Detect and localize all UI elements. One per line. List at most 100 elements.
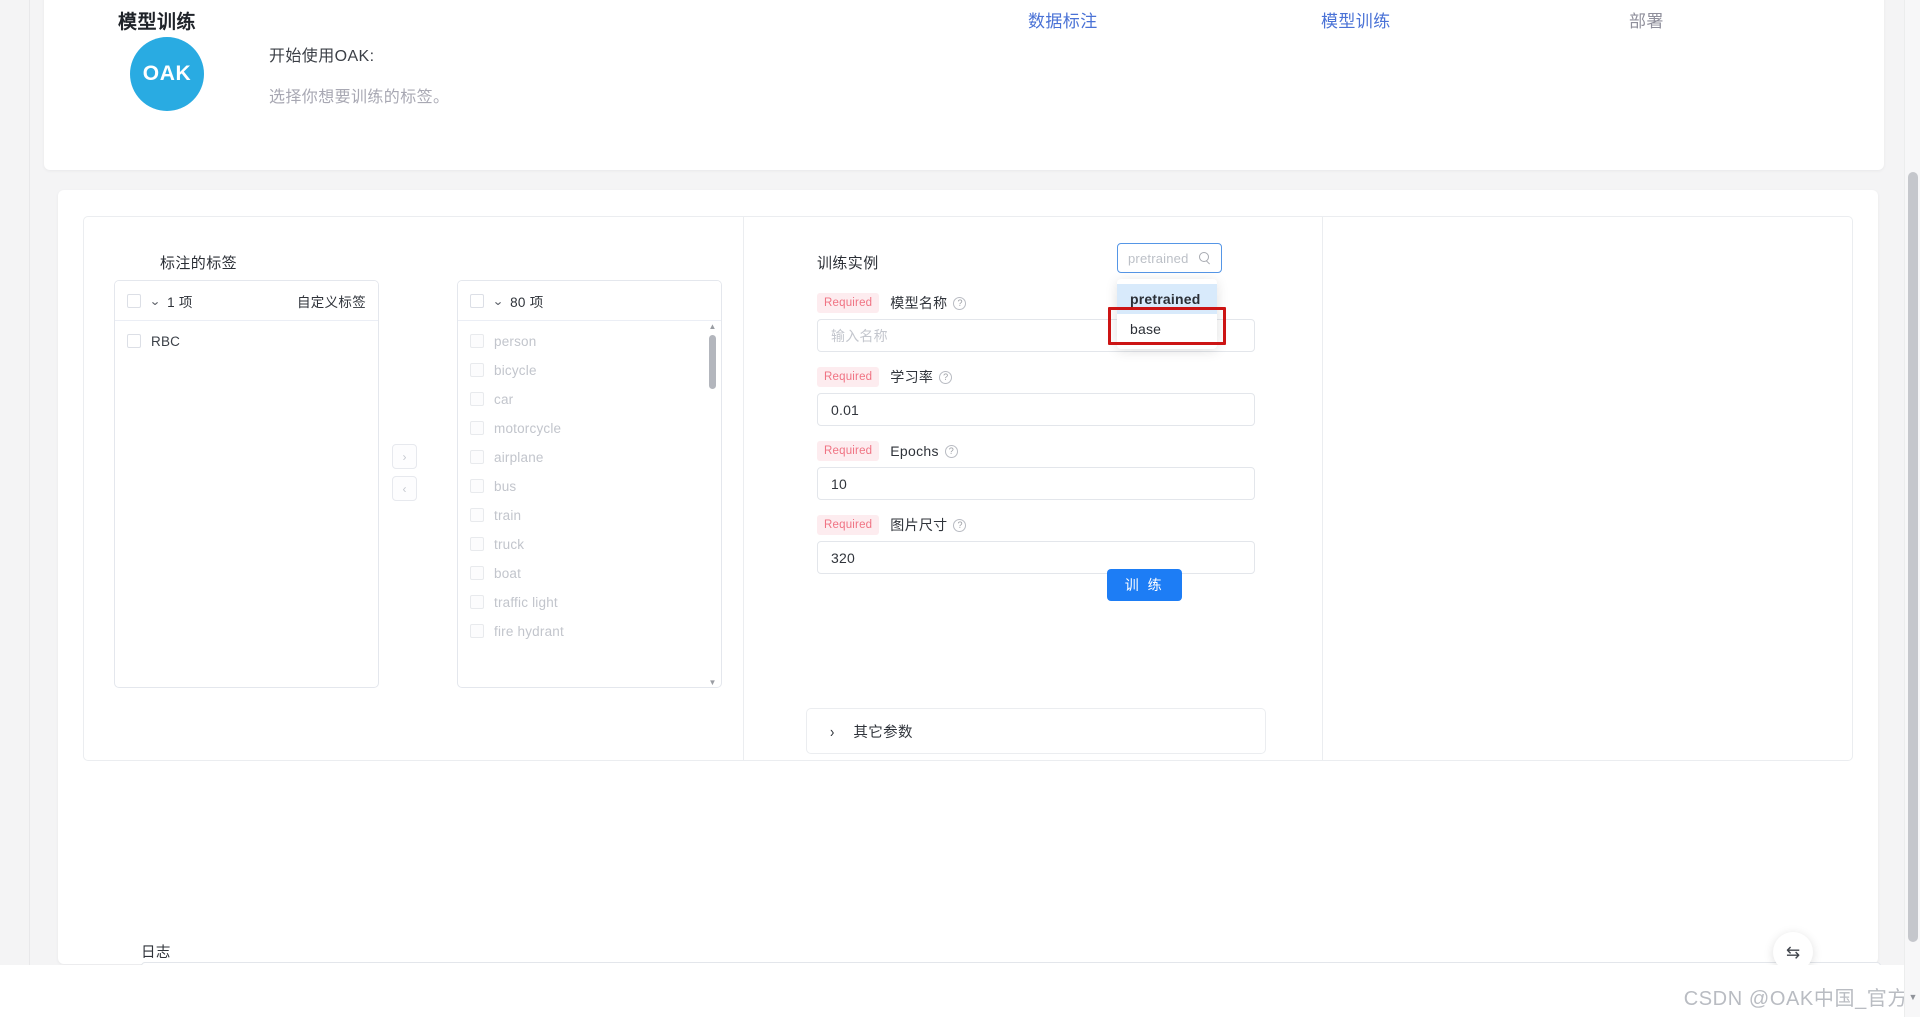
epochs-input[interactable] — [817, 467, 1255, 500]
help-circle-icon[interactable]: ? — [939, 370, 953, 384]
list-item-label: bicycle — [494, 362, 537, 378]
model-name-label: 模型名称 — [890, 295, 948, 311]
scroll-down-arrow-icon[interactable]: ▼ — [708, 678, 717, 687]
chevron-left-icon: ‹ — [402, 481, 407, 496]
list-item[interactable]: truck — [458, 531, 721, 557]
list-item-checkbox[interactable] — [470, 363, 484, 377]
main-content-card: 标注的标签 ⌄ 1 项 自定义标签 RBC › ‹ ⌄ 80 项 person … — [58, 190, 1881, 1017]
list-item[interactable]: person — [458, 328, 721, 354]
nav-item-model-training[interactable]: 模型训练 — [1321, 7, 1391, 32]
training-instance-panel: 训练实例 Required 模型名称 ? Required 学习率 ? Requ… — [743, 216, 1323, 761]
custom-labels-title: 自定义标签 — [297, 294, 366, 310]
list-item[interactable]: motorcycle — [458, 415, 721, 441]
train-button[interactable]: 训 练 — [1107, 569, 1182, 601]
list-item-label: motorcycle — [494, 420, 562, 436]
page-bottom-strip — [0, 965, 1904, 1017]
list-item-checkbox[interactable] — [470, 508, 484, 522]
app-root: 模型训练 数据标注 模型训练 部署 OAK 开始使用OAK: 选择你想要训练的标… — [0, 0, 1920, 1017]
list-item[interactable]: fire hydrant — [458, 618, 721, 644]
chevron-right-icon: › — [830, 722, 835, 740]
list-item-label: fire hydrant — [494, 623, 564, 639]
labels-panel-heading: 标注的标签 — [160, 255, 238, 272]
pretrained-select[interactable]: pretrained — [1117, 243, 1222, 273]
other-parameters-label: 其它参数 — [853, 724, 913, 741]
preview-panel — [1323, 216, 1853, 761]
dropdown-option-base-label: base — [1130, 321, 1162, 337]
epochs-label-row: Required Epochs ? — [817, 441, 1255, 461]
move-right-button[interactable]: › — [392, 444, 417, 469]
pretrained-select-placeholder: pretrained — [1128, 250, 1189, 266]
scrollbar-thumb[interactable] — [709, 335, 716, 389]
custom-labels-list[interactable]: RBC — [115, 321, 378, 687]
training-labels-count: 80 项 — [510, 294, 544, 310]
list-item[interactable]: car — [458, 386, 721, 412]
transfer-buttons: › ‹ — [392, 444, 442, 501]
custom-labels-header: ⌄ 1 项 自定义标签 — [115, 281, 378, 321]
chevron-right-icon: › — [402, 449, 407, 464]
nav-item-deploy[interactable]: 部署 — [1629, 7, 1664, 32]
intro-heading: 开始使用OAK: — [269, 48, 375, 65]
nav-item-data-annotation[interactable]: 数据标注 — [1028, 7, 1098, 32]
labels-transfer-widget: ⌄ 1 项 自定义标签 RBC › ‹ ⌄ 80 项 person bicycl… — [114, 280, 722, 688]
pretrained-select-wrapper: pretrained pretrained base — [1108, 243, 1226, 349]
list-item-checkbox[interactable] — [470, 624, 484, 638]
search-icon — [1199, 252, 1211, 264]
list-item-checkbox[interactable] — [127, 334, 141, 348]
chevron-down-icon[interactable]: ⌄ — [149, 295, 161, 307]
custom-labels-count: 1 项 — [167, 294, 193, 310]
list-item-checkbox[interactable] — [470, 421, 484, 435]
learning-rate-input[interactable] — [817, 393, 1255, 426]
custom-labels-select-all-checkbox[interactable] — [127, 293, 141, 308]
list-item-checkbox[interactable] — [470, 479, 484, 493]
image-size-input[interactable] — [817, 541, 1255, 574]
list-item-label: truck — [494, 536, 525, 552]
help-circle-icon[interactable]: ? — [953, 518, 967, 532]
list-item[interactable]: bicycle — [458, 357, 721, 383]
other-parameters-collapse[interactable]: › 其它参数 — [806, 708, 1266, 754]
intro-subtext: 选择你想要训练的标签。 — [269, 89, 450, 106]
pretrained-dropdown: pretrained base — [1108, 279, 1226, 349]
learning-rate-label: 学习率 — [890, 369, 934, 385]
list-item-label: RBC — [151, 333, 181, 349]
list-item-label: car — [494, 391, 514, 407]
help-circle-icon[interactable]: ? — [944, 444, 958, 458]
training-instance-heading: 训练实例 — [817, 255, 879, 272]
watermark: CSDN @OAK中国_官方 — [1683, 988, 1908, 1010]
list-item-checkbox[interactable] — [470, 595, 484, 609]
list-item-label: bus — [494, 478, 517, 494]
labels-panel: 标注的标签 ⌄ 1 项 自定义标签 RBC › ‹ ⌄ 80 项 person … — [83, 216, 743, 761]
move-left-button[interactable]: ‹ — [392, 476, 417, 501]
required-badge: Required — [817, 441, 880, 461]
list-item-checkbox[interactable] — [470, 450, 484, 464]
list-item[interactable]: boat — [458, 560, 721, 586]
list-item[interactable]: bus — [458, 473, 721, 499]
image-size-label: 图片尺寸 — [890, 517, 948, 533]
chevron-down-icon[interactable]: ⌄ — [492, 295, 504, 307]
training-labels-box: ⌄ 80 项 person bicycle car motorcycle air… — [457, 280, 722, 688]
required-badge: Required — [817, 367, 880, 387]
scroll-up-arrow-icon[interactable]: ▲ — [708, 322, 717, 331]
list-item[interactable]: traffic light — [458, 589, 721, 615]
page-title: 模型训练 — [118, 12, 197, 33]
list-item[interactable]: airplane — [458, 444, 721, 470]
page-scrollbar-thumb[interactable] — [1908, 172, 1918, 942]
page-scrollbar[interactable]: ▼ — [1904, 0, 1920, 1017]
training-labels-select-all-checkbox[interactable] — [470, 293, 484, 308]
learning-rate-label-row: Required 学习率 ? — [817, 367, 1255, 387]
help-circle-icon[interactable]: ? — [953, 296, 967, 310]
list-item-checkbox[interactable] — [470, 334, 484, 348]
epochs-label: Epochs — [890, 443, 939, 459]
page-scroll-down-arrow-icon[interactable]: ▼ — [1908, 991, 1918, 1003]
list-item[interactable]: RBC — [115, 328, 378, 354]
list-item[interactable]: train — [458, 502, 721, 528]
image-size-label-row: Required 图片尺寸 ? — [817, 515, 1255, 535]
page-left-gutter — [0, 0, 30, 1017]
dropdown-option-pretrained[interactable]: pretrained — [1117, 284, 1217, 314]
training-labels-scrollbar[interactable]: ▲ ▼ — [707, 321, 718, 687]
list-item-checkbox[interactable] — [470, 566, 484, 580]
dropdown-option-base[interactable]: base — [1108, 307, 1226, 345]
list-item-checkbox[interactable] — [470, 392, 484, 406]
list-item-checkbox[interactable] — [470, 537, 484, 551]
training-labels-list[interactable]: person bicycle car motorcycle airplane b… — [458, 321, 721, 687]
list-item-label: airplane — [494, 449, 544, 465]
